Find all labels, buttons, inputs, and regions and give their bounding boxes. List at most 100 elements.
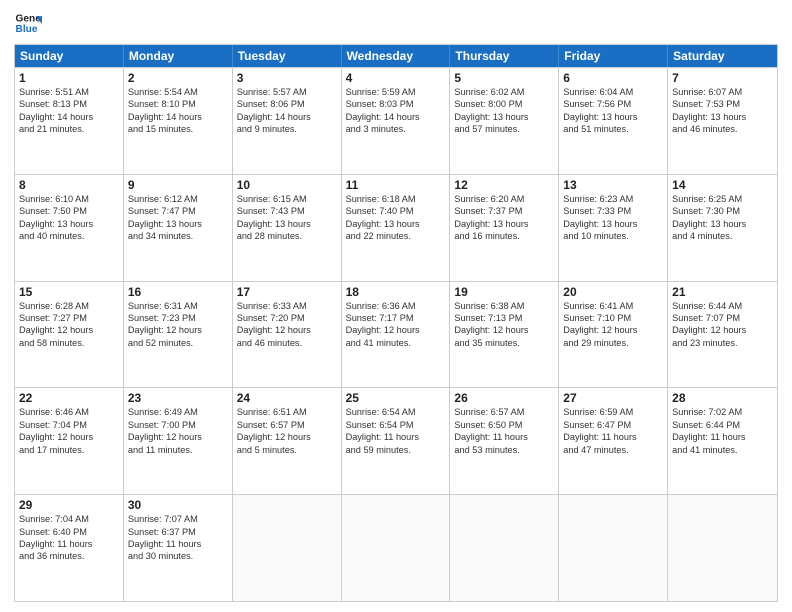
day-info: Sunrise: 6:33 AM Sunset: 7:20 PM Dayligh… [237, 300, 337, 350]
calendar-cell: 9Sunrise: 6:12 AM Sunset: 7:47 PM Daylig… [124, 175, 233, 281]
day-info: Sunrise: 5:59 AM Sunset: 8:03 PM Dayligh… [346, 86, 446, 136]
day-number: 21 [672, 285, 773, 299]
calendar-cell [450, 495, 559, 601]
calendar-cell [668, 495, 777, 601]
day-number: 15 [19, 285, 119, 299]
day-number: 8 [19, 178, 119, 192]
calendar-cell: 19Sunrise: 6:38 AM Sunset: 7:13 PM Dayli… [450, 282, 559, 388]
calendar-cell: 21Sunrise: 6:44 AM Sunset: 7:07 PM Dayli… [668, 282, 777, 388]
day-info: Sunrise: 6:49 AM Sunset: 7:00 PM Dayligh… [128, 406, 228, 456]
day-number: 17 [237, 285, 337, 299]
day-info: Sunrise: 6:10 AM Sunset: 7:50 PM Dayligh… [19, 193, 119, 243]
calendar-cell: 11Sunrise: 6:18 AM Sunset: 7:40 PM Dayli… [342, 175, 451, 281]
day-number: 16 [128, 285, 228, 299]
calendar-cell: 14Sunrise: 6:25 AM Sunset: 7:30 PM Dayli… [668, 175, 777, 281]
logo-icon: General Blue [14, 10, 42, 38]
day-info: Sunrise: 5:54 AM Sunset: 8:10 PM Dayligh… [128, 86, 228, 136]
day-number: 27 [563, 391, 663, 405]
day-number: 13 [563, 178, 663, 192]
day-number: 10 [237, 178, 337, 192]
calendar-cell: 13Sunrise: 6:23 AM Sunset: 7:33 PM Dayli… [559, 175, 668, 281]
day-number: 4 [346, 71, 446, 85]
calendar-cell: 7Sunrise: 6:07 AM Sunset: 7:53 PM Daylig… [668, 68, 777, 174]
day-info: Sunrise: 6:20 AM Sunset: 7:37 PM Dayligh… [454, 193, 554, 243]
calendar-cell: 25Sunrise: 6:54 AM Sunset: 6:54 PM Dayli… [342, 388, 451, 494]
calendar: SundayMondayTuesdayWednesdayThursdayFrid… [14, 44, 778, 602]
weekday-header: Tuesday [233, 45, 342, 67]
day-info: Sunrise: 6:41 AM Sunset: 7:10 PM Dayligh… [563, 300, 663, 350]
day-number: 23 [128, 391, 228, 405]
day-number: 3 [237, 71, 337, 85]
weekday-header: Monday [124, 45, 233, 67]
day-info: Sunrise: 6:23 AM Sunset: 7:33 PM Dayligh… [563, 193, 663, 243]
calendar-week: 15Sunrise: 6:28 AM Sunset: 7:27 PM Dayli… [15, 281, 777, 388]
weekday-header: Thursday [450, 45, 559, 67]
weekday-header: Sunday [15, 45, 124, 67]
calendar-cell: 29Sunrise: 7:04 AM Sunset: 6:40 PM Dayli… [15, 495, 124, 601]
calendar-cell: 23Sunrise: 6:49 AM Sunset: 7:00 PM Dayli… [124, 388, 233, 494]
calendar-cell: 3Sunrise: 5:57 AM Sunset: 8:06 PM Daylig… [233, 68, 342, 174]
day-info: Sunrise: 6:25 AM Sunset: 7:30 PM Dayligh… [672, 193, 773, 243]
day-number: 20 [563, 285, 663, 299]
calendar-cell: 8Sunrise: 6:10 AM Sunset: 7:50 PM Daylig… [15, 175, 124, 281]
calendar-cell [233, 495, 342, 601]
day-info: Sunrise: 6:46 AM Sunset: 7:04 PM Dayligh… [19, 406, 119, 456]
calendar-body: 1Sunrise: 5:51 AM Sunset: 8:13 PM Daylig… [15, 67, 777, 601]
day-number: 25 [346, 391, 446, 405]
day-info: Sunrise: 7:07 AM Sunset: 6:37 PM Dayligh… [128, 513, 228, 563]
calendar-week: 22Sunrise: 6:46 AM Sunset: 7:04 PM Dayli… [15, 387, 777, 494]
calendar-week: 29Sunrise: 7:04 AM Sunset: 6:40 PM Dayli… [15, 494, 777, 601]
day-info: Sunrise: 6:54 AM Sunset: 6:54 PM Dayligh… [346, 406, 446, 456]
calendar-cell: 20Sunrise: 6:41 AM Sunset: 7:10 PM Dayli… [559, 282, 668, 388]
calendar-cell: 4Sunrise: 5:59 AM Sunset: 8:03 PM Daylig… [342, 68, 451, 174]
calendar-cell: 17Sunrise: 6:33 AM Sunset: 7:20 PM Dayli… [233, 282, 342, 388]
day-number: 1 [19, 71, 119, 85]
calendar-cell: 22Sunrise: 6:46 AM Sunset: 7:04 PM Dayli… [15, 388, 124, 494]
day-info: Sunrise: 5:57 AM Sunset: 8:06 PM Dayligh… [237, 86, 337, 136]
calendar-cell: 5Sunrise: 6:02 AM Sunset: 8:00 PM Daylig… [450, 68, 559, 174]
day-info: Sunrise: 6:07 AM Sunset: 7:53 PM Dayligh… [672, 86, 773, 136]
day-info: Sunrise: 5:51 AM Sunset: 8:13 PM Dayligh… [19, 86, 119, 136]
svg-text:Blue: Blue [16, 24, 38, 35]
weekday-header: Wednesday [342, 45, 451, 67]
day-number: 11 [346, 178, 446, 192]
header: General Blue [14, 10, 778, 38]
calendar-cell: 24Sunrise: 6:51 AM Sunset: 6:57 PM Dayli… [233, 388, 342, 494]
calendar-cell: 27Sunrise: 6:59 AM Sunset: 6:47 PM Dayli… [559, 388, 668, 494]
day-info: Sunrise: 6:59 AM Sunset: 6:47 PM Dayligh… [563, 406, 663, 456]
day-number: 29 [19, 498, 119, 512]
day-info: Sunrise: 6:12 AM Sunset: 7:47 PM Dayligh… [128, 193, 228, 243]
calendar-cell [342, 495, 451, 601]
day-number: 2 [128, 71, 228, 85]
day-info: Sunrise: 7:02 AM Sunset: 6:44 PM Dayligh… [672, 406, 773, 456]
day-info: Sunrise: 6:57 AM Sunset: 6:50 PM Dayligh… [454, 406, 554, 456]
weekday-header: Friday [559, 45, 668, 67]
day-info: Sunrise: 6:28 AM Sunset: 7:27 PM Dayligh… [19, 300, 119, 350]
day-info: Sunrise: 6:51 AM Sunset: 6:57 PM Dayligh… [237, 406, 337, 456]
day-info: Sunrise: 6:36 AM Sunset: 7:17 PM Dayligh… [346, 300, 446, 350]
calendar-cell: 15Sunrise: 6:28 AM Sunset: 7:27 PM Dayli… [15, 282, 124, 388]
day-info: Sunrise: 6:04 AM Sunset: 7:56 PM Dayligh… [563, 86, 663, 136]
calendar-cell: 18Sunrise: 6:36 AM Sunset: 7:17 PM Dayli… [342, 282, 451, 388]
day-number: 5 [454, 71, 554, 85]
calendar-cell [559, 495, 668, 601]
day-number: 26 [454, 391, 554, 405]
calendar-cell: 6Sunrise: 6:04 AM Sunset: 7:56 PM Daylig… [559, 68, 668, 174]
day-number: 19 [454, 285, 554, 299]
weekday-header: Saturday [668, 45, 777, 67]
day-info: Sunrise: 7:04 AM Sunset: 6:40 PM Dayligh… [19, 513, 119, 563]
calendar-cell: 30Sunrise: 7:07 AM Sunset: 6:37 PM Dayli… [124, 495, 233, 601]
calendar-cell: 2Sunrise: 5:54 AM Sunset: 8:10 PM Daylig… [124, 68, 233, 174]
day-number: 18 [346, 285, 446, 299]
day-number: 6 [563, 71, 663, 85]
day-number: 14 [672, 178, 773, 192]
day-info: Sunrise: 6:31 AM Sunset: 7:23 PM Dayligh… [128, 300, 228, 350]
logo: General Blue [14, 10, 42, 38]
calendar-cell: 1Sunrise: 5:51 AM Sunset: 8:13 PM Daylig… [15, 68, 124, 174]
day-number: 30 [128, 498, 228, 512]
day-number: 28 [672, 391, 773, 405]
calendar-cell: 28Sunrise: 7:02 AM Sunset: 6:44 PM Dayli… [668, 388, 777, 494]
day-number: 7 [672, 71, 773, 85]
calendar-cell: 26Sunrise: 6:57 AM Sunset: 6:50 PM Dayli… [450, 388, 559, 494]
page: General Blue SundayMondayTuesdayWednesda… [0, 0, 792, 612]
